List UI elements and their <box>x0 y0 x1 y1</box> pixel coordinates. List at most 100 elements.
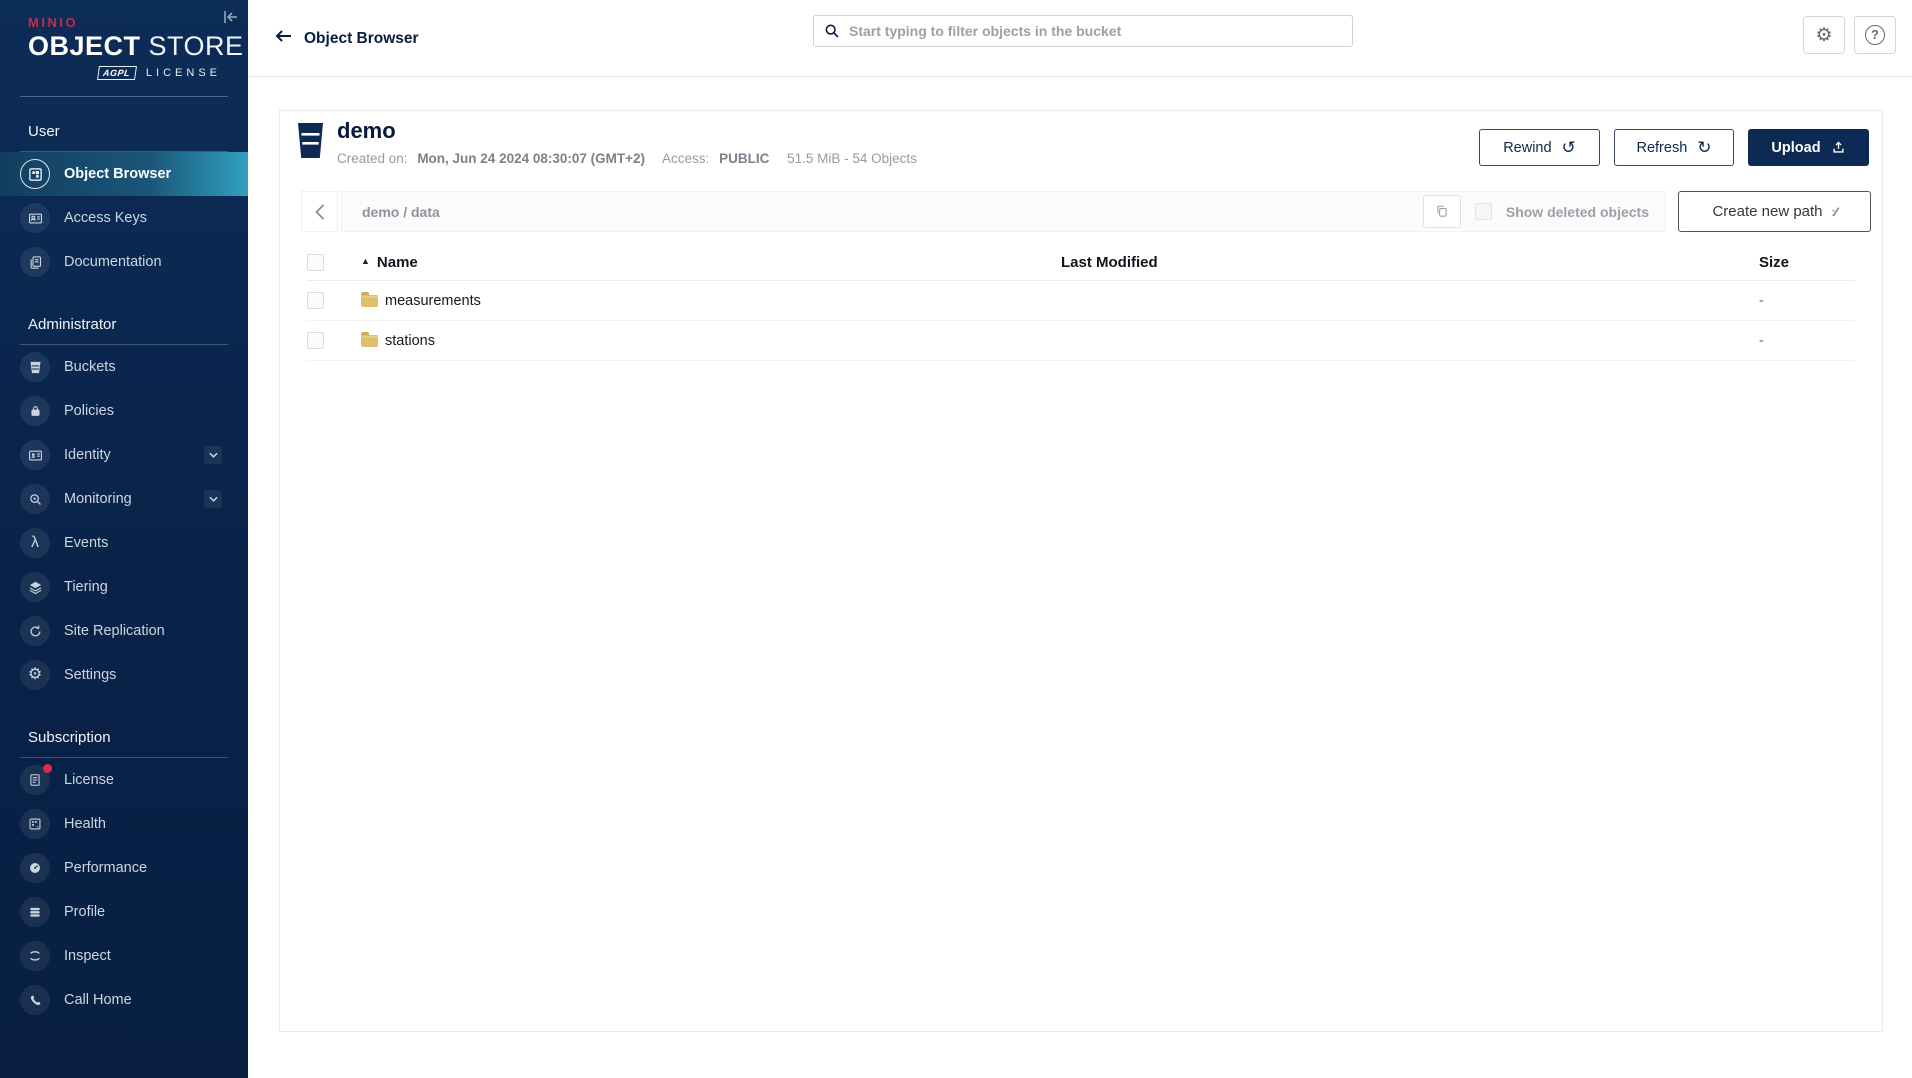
sidebar-item-inspect[interactable]: Inspect <box>0 934 248 978</box>
sidebar-collapse-icon[interactable] <box>221 7 241 27</box>
rewind-label: Rewind <box>1503 140 1551 156</box>
sidebar-item-object-browser[interactable]: Object Browser <box>0 152 248 196</box>
refresh-icon: ↻ <box>1697 139 1711 156</box>
chevron-down-icon[interactable] <box>204 446 222 464</box>
product-name: OBJECT STORE <box>28 31 228 62</box>
sidebar-item-site-replication[interactable]: Site Replication <box>0 609 248 653</box>
sidebar-item-label: Documentation <box>64 254 162 270</box>
rewind-button[interactable]: Rewind ↺ <box>1479 129 1600 166</box>
sidebar-item-call-home[interactable]: Call Home <box>0 978 248 1022</box>
table-row[interactable]: stations - <box>307 321 1855 361</box>
sidebar-item-label: Call Home <box>64 992 132 1008</box>
page-title: Object Browser <box>304 30 419 48</box>
object-size: - <box>1759 293 1855 309</box>
sidebar-item-settings[interactable]: ⚙ Settings <box>0 653 248 697</box>
size-header[interactable]: Size <box>1759 254 1855 271</box>
chevron-down-icon[interactable] <box>204 490 222 508</box>
last-modified-header[interactable]: Last Modified <box>1061 254 1759 271</box>
bucket-name: demo <box>337 118 396 144</box>
gear-icon: ⚙ <box>1815 24 1832 47</box>
gauge-icon <box>20 853 50 883</box>
replication-icon <box>20 616 50 646</box>
sidebar-item-tiering[interactable]: Tiering <box>0 565 248 609</box>
sidebar-item-label: Settings <box>64 667 116 683</box>
gear-icon: ⚙ <box>20 660 50 690</box>
search-input[interactable] <box>849 23 1342 39</box>
sidebar-item-buckets[interactable]: Buckets <box>0 345 248 389</box>
objects-table: ▲ Name Last Modified Size measurements -… <box>307 244 1855 361</box>
sidebar-item-label: Object Browser <box>64 166 171 182</box>
row-checkbox[interactable] <box>307 332 324 349</box>
sidebar-item-label: Performance <box>64 860 147 876</box>
sidebar-item-label: Profile <box>64 904 105 920</box>
breadcrumb-strip: demo / data Show deleted objects <box>341 191 1666 232</box>
path-toolbar: demo / data Show deleted objects Create … <box>280 191 1882 232</box>
sidebar-item-health[interactable]: Health <box>0 802 248 846</box>
back-path-button[interactable] <box>301 191 338 232</box>
identity-icon <box>20 440 50 470</box>
license-icon <box>20 765 50 795</box>
sidebar-item-label: Buckets <box>64 359 116 375</box>
documentation-icon <box>20 247 50 277</box>
created-label: Created on: <box>337 151 408 166</box>
access-value: PUBLIC <box>719 151 769 166</box>
access-label: Access: <box>662 151 709 166</box>
breadcrumb[interactable]: demo / data <box>362 204 440 220</box>
sort-asc-icon: ▲ <box>361 256 370 266</box>
settings-gear-button[interactable]: ⚙ <box>1803 16 1845 54</box>
object-name: stations <box>385 333 435 349</box>
select-all-checkbox[interactable] <box>307 254 324 271</box>
lambda-icon: λ <box>20 528 50 558</box>
row-checkbox[interactable] <box>307 292 324 309</box>
minio-logo: MINIO OBJECT STORE AGPL LICENSE <box>0 0 248 80</box>
object-browser-icon <box>20 159 50 189</box>
brand-name: MINIO <box>28 15 228 30</box>
help-button[interactable]: ? <box>1854 16 1896 54</box>
bucket-icon <box>297 122 324 159</box>
sidebar-item-events[interactable]: λ Events <box>0 521 248 565</box>
sidebar-item-label: License <box>64 772 114 788</box>
sidebar-item-label: Site Replication <box>64 623 165 639</box>
copy-path-button[interactable] <box>1423 195 1461 228</box>
back-arrow-icon[interactable] <box>275 29 292 43</box>
sidebar-item-documentation[interactable]: Documentation <box>0 240 248 284</box>
health-icon <box>20 809 50 839</box>
sidebar-item-label: Access Keys <box>64 210 147 226</box>
sidebar-item-label: Inspect <box>64 948 111 964</box>
sidebar-item-identity[interactable]: Identity <box>0 433 248 477</box>
sidebar-item-policies[interactable]: Policies <box>0 389 248 433</box>
object-name: measurements <box>385 293 481 309</box>
section-label-administrator: Administrator <box>28 316 228 333</box>
access-keys-icon <box>20 203 50 233</box>
sidebar-item-label: Tiering <box>64 579 108 595</box>
size-objects: 51.5 MiB - 54 Objects <box>787 151 917 166</box>
refresh-button[interactable]: Refresh ↻ <box>1614 129 1734 166</box>
upload-label: Upload <box>1771 140 1820 156</box>
sidebar: MINIO OBJECT STORE AGPL LICENSE User Obj… <box>0 0 248 1078</box>
sidebar-item-monitoring[interactable]: Monitoring <box>0 477 248 521</box>
agpl-badge: AGPL <box>97 66 137 80</box>
inspect-icon <box>20 941 50 971</box>
path-icon: :∕∕ <box>1832 205 1837 219</box>
section-label-subscription: Subscription <box>28 729 228 746</box>
sidebar-item-label: Events <box>64 535 108 551</box>
sidebar-item-access-keys[interactable]: Access Keys <box>0 196 248 240</box>
sidebar-item-license[interactable]: License <box>0 758 248 802</box>
show-deleted-checkbox[interactable] <box>1475 203 1492 220</box>
object-size: - <box>1759 333 1855 349</box>
upload-button[interactable]: Upload <box>1748 129 1869 166</box>
sidebar-item-profile[interactable]: Profile <box>0 890 248 934</box>
sidebar-item-label: Policies <box>64 403 114 419</box>
sidebar-item-label: Monitoring <box>64 491 132 507</box>
policies-icon <box>20 396 50 426</box>
folder-icon <box>361 295 378 307</box>
bars-icon <box>20 897 50 927</box>
divider <box>20 96 228 97</box>
bucket-meta: Created on: Mon, Jun 24 2024 08:30:07 (G… <box>337 151 917 166</box>
create-new-path-button[interactable]: Create new path :∕∕ <box>1678 191 1871 232</box>
sidebar-item-label: Identity <box>64 447 111 463</box>
name-header[interactable]: ▲ Name <box>361 254 1061 271</box>
topbar: Object Browser ⚙ ? <box>248 0 1912 77</box>
table-row[interactable]: measurements - <box>307 281 1855 321</box>
sidebar-item-performance[interactable]: Performance <box>0 846 248 890</box>
